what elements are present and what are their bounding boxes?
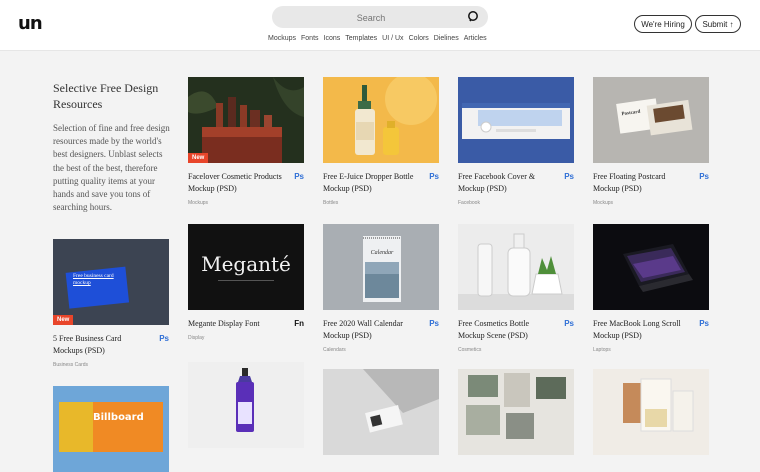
card-thumbnail[interactable]: Meganté — [188, 224, 304, 310]
top-header: un Mockups Fonts Icons Templates UI / Ux… — [0, 0, 760, 51]
hiring-button[interactable]: We're Hiring — [634, 15, 692, 33]
card-thumbnail[interactable]: New — [188, 77, 304, 163]
nav-mockups[interactable]: Mockups — [268, 35, 296, 42]
nav-ui-ux[interactable]: UI / Ux — [382, 35, 403, 42]
unblast-logo[interactable]: un — [18, 13, 43, 34]
search-bar — [272, 6, 488, 28]
resource-card[interactable] — [458, 369, 574, 455]
photoshop-icon: Ps — [699, 172, 709, 181]
resource-card[interactable] — [323, 369, 439, 455]
nav-fonts[interactable]: Fonts — [301, 35, 319, 42]
card-thumbnail[interactable] — [458, 77, 574, 163]
resource-card[interactable]: New Facelover Cosmetic Products Mockup (… — [188, 77, 304, 206]
card-title[interactable]: Megante Display Font — [188, 318, 283, 330]
card-title[interactable]: Free Cosmetics Bottle Mockup Scene (PSD) — [458, 318, 553, 342]
card-title[interactable]: 5 Free Business Card Mockups (PSD) — [53, 333, 148, 357]
photoshop-icon: Ps — [159, 334, 169, 343]
card-tag[interactable]: Mockups — [593, 200, 613, 206]
photoshop-icon: Ps — [564, 319, 574, 328]
resource-card[interactable]: Free Cosmetics Bottle Mockup Scene (PSD)… — [458, 224, 574, 353]
cosmetic-products-image — [188, 77, 304, 163]
card-thumbnail[interactable]: Postcard — [593, 77, 709, 163]
resource-card[interactable]: Free business card mockup New 5 Free Bus… — [53, 239, 169, 368]
resource-card[interactable] — [593, 369, 709, 455]
facebook-cover-image — [458, 77, 574, 163]
search-icon[interactable] — [466, 9, 482, 25]
card-title[interactable]: Free 2020 Wall Calendar Mockup (PSD) — [323, 318, 418, 342]
search-input[interactable] — [284, 9, 458, 27]
intro-title: Selective Free Design Resources — [53, 81, 159, 111]
photoshop-icon: Ps — [429, 172, 439, 181]
card-thumbnail[interactable] — [188, 362, 304, 448]
new-badge: New — [53, 315, 74, 325]
nav-dielines[interactable]: Dielines — [434, 35, 459, 42]
card-tag[interactable]: Display — [188, 335, 204, 341]
resource-card[interactable]: Free Facebook Cover & Mockup (PSD) Ps Fa… — [458, 77, 574, 206]
photoshop-icon: Ps — [294, 172, 304, 181]
card-thumbnail[interactable] — [593, 224, 709, 310]
resource-card[interactable]: Calendar Free 2020 Wall Calendar Mockup … — [323, 224, 439, 353]
card-thumbnail[interactable] — [458, 369, 574, 455]
card-tag[interactable]: Cosmetics — [458, 347, 481, 353]
nav-colors[interactable]: Colors — [409, 35, 429, 42]
nav-articles[interactable]: Articles — [464, 35, 487, 42]
preview-divider — [218, 280, 274, 281]
card-thumbnail[interactable] — [323, 77, 439, 163]
new-badge: New — [188, 153, 209, 163]
calendar-text: Calendar — [371, 250, 394, 256]
card-thumbnail[interactable] — [458, 224, 574, 310]
card-title[interactable]: Facelover Cosmetic Products Mockup (PSD) — [188, 171, 283, 195]
card-tag[interactable]: Business Cards — [53, 362, 88, 368]
photoshop-icon: Ps — [564, 172, 574, 181]
submit-button[interactable]: Submit ↑ — [695, 15, 741, 33]
macbook-image — [593, 224, 709, 310]
billboard-text: Billboard — [93, 412, 144, 423]
laptop-card-image — [323, 369, 439, 455]
card-tag[interactable]: Calendars — [323, 347, 346, 353]
card-tag[interactable]: Facebook — [458, 200, 480, 206]
resource-card[interactable] — [188, 362, 304, 448]
intro-section: Selective Free Design Resources Selectio… — [53, 80, 173, 214]
moodboard-image — [458, 369, 574, 455]
cosmetics-bottle-image — [458, 224, 574, 310]
card-tag[interactable]: Laptops — [593, 347, 611, 353]
nav-icons[interactable]: Icons — [324, 35, 341, 42]
stationery-image — [593, 369, 709, 455]
card-thumbnail[interactable]: Calendar — [323, 224, 439, 310]
resource-card[interactable]: Postcard Free Floating Postcard Mockup (… — [593, 77, 709, 206]
resource-card[interactable]: Free MacBook Long Scroll Mockup (PSD) Ps… — [593, 224, 709, 353]
photoshop-icon: Ps — [699, 319, 709, 328]
megante-font-preview: Meganté — [201, 252, 291, 276]
main-nav: Mockups Fonts Icons Templates UI / Ux Co… — [268, 35, 487, 42]
dropper-bottle-image — [323, 77, 439, 163]
resource-card[interactable]: Billboard — [53, 386, 169, 472]
intro-description: Selection of fine and free design resour… — [53, 123, 170, 213]
card-title[interactable]: Free MacBook Long Scroll Mockup (PSD) — [593, 318, 688, 342]
card-tag[interactable]: Mockups — [188, 200, 208, 206]
business-card-image: Free business card mockup — [53, 239, 169, 325]
photoshop-icon: Ps — [429, 319, 439, 328]
business-card-text: Free business card mockup — [73, 273, 114, 286]
card-thumbnail[interactable] — [323, 369, 439, 455]
card-thumbnail[interactable] — [593, 369, 709, 455]
billboard-image: Billboard — [53, 386, 169, 472]
card-title[interactable]: Free Floating Postcard Mockup (PSD) — [593, 171, 688, 195]
floating-postcard-image: Postcard — [593, 77, 709, 163]
card-title[interactable]: Free E-Juice Dropper Bottle Mockup (PSD) — [323, 171, 418, 195]
nav-templates[interactable]: Templates — [345, 35, 377, 42]
purple-bottle-image — [188, 362, 304, 448]
card-thumbnail[interactable]: Billboard — [53, 386, 169, 472]
wall-calendar-image: Calendar — [323, 224, 439, 310]
font-icon: Fn — [294, 319, 304, 328]
card-thumbnail[interactable]: Free business card mockup New — [53, 239, 169, 325]
resource-card[interactable]: Meganté Megante Display Font Fn Display — [188, 224, 304, 341]
resource-card[interactable]: Free E-Juice Dropper Bottle Mockup (PSD)… — [323, 77, 439, 206]
card-title[interactable]: Free Facebook Cover & Mockup (PSD) — [458, 171, 553, 195]
card-tag[interactable]: Bottles — [323, 200, 338, 206]
